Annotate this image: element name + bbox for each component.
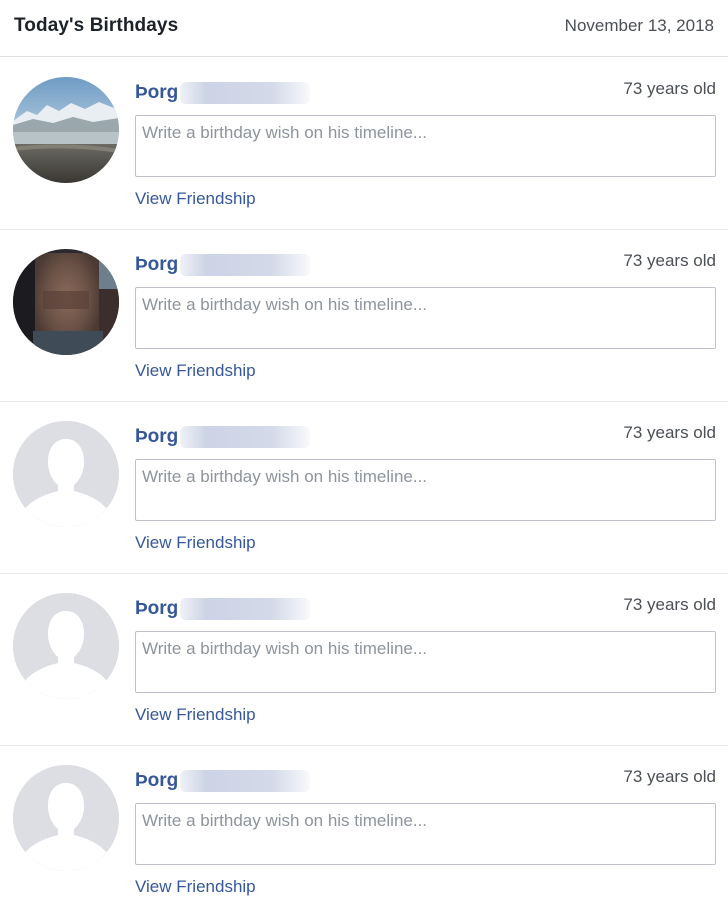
default-person-silhouette-icon [13, 421, 119, 527]
birthday-wish-input[interactable] [135, 803, 716, 865]
name-redaction [180, 82, 311, 104]
birthday-row: Þorg 73 years old View Friendship [0, 746, 728, 918]
birthday-wish-input[interactable] [135, 631, 716, 693]
age-label: 73 years old [623, 595, 716, 614]
avatar[interactable] [13, 77, 119, 183]
name-redaction [180, 598, 311, 620]
page-title: Today's Birthdays [14, 15, 179, 36]
name-redaction [180, 426, 311, 448]
birthday-wish-input[interactable] [135, 459, 716, 521]
birthday-row: Þorg 73 years old View Friendship [0, 402, 728, 574]
avatar[interactable] [13, 765, 119, 871]
friend-name-link[interactable]: Þorg [135, 252, 311, 278]
friend-name: Þorg [135, 598, 179, 619]
friend-name: Þorg [135, 254, 179, 275]
birthday-list: Þorg 73 years old View Friendship [0, 58, 728, 918]
avatar[interactable] [13, 421, 119, 527]
default-person-silhouette-icon [13, 593, 119, 699]
avatar[interactable] [13, 593, 119, 699]
view-friendship-link[interactable]: View Friendship [135, 705, 256, 725]
friend-name-link[interactable]: Þorg [135, 596, 311, 622]
view-friendship-link[interactable]: View Friendship [135, 189, 256, 209]
birthday-wish-input[interactable] [135, 115, 716, 177]
birthdays-header: Today's Birthdays November 13, 2018 [0, 0, 728, 57]
age-label: 73 years old [623, 767, 716, 786]
avatar[interactable] [13, 249, 119, 355]
birthday-row: Þorg 73 years old View Friendship [0, 574, 728, 746]
blurred-face-photo-icon [13, 249, 119, 355]
name-redaction [180, 770, 311, 792]
view-friendship-link[interactable]: View Friendship [135, 361, 256, 381]
header-date: November 13, 2018 [564, 16, 714, 35]
view-friendship-link[interactable]: View Friendship [135, 533, 256, 553]
landscape-photo-icon [13, 77, 119, 183]
birthdays-card: Today's Birthdays November 13, 2018 Þorg… [0, 0, 728, 911]
friend-name: Þorg [135, 770, 179, 791]
friend-name-link[interactable]: Þorg [135, 424, 311, 450]
friend-name-link[interactable]: Þorg [135, 768, 311, 794]
friend-name-link[interactable]: Þorg [135, 80, 311, 106]
friend-name: Þorg [135, 82, 179, 103]
age-label: 73 years old [623, 251, 716, 270]
name-redaction [180, 254, 311, 276]
friend-name: Þorg [135, 426, 179, 447]
view-friendship-link[interactable]: View Friendship [135, 877, 256, 897]
birthday-wish-input[interactable] [135, 287, 716, 349]
birthday-row: Þorg 73 years old View Friendship [0, 58, 728, 230]
birthday-row: Þorg 73 years old View Friendship [0, 230, 728, 402]
age-label: 73 years old [623, 79, 716, 98]
default-person-silhouette-icon [13, 765, 119, 871]
age-label: 73 years old [623, 423, 716, 442]
